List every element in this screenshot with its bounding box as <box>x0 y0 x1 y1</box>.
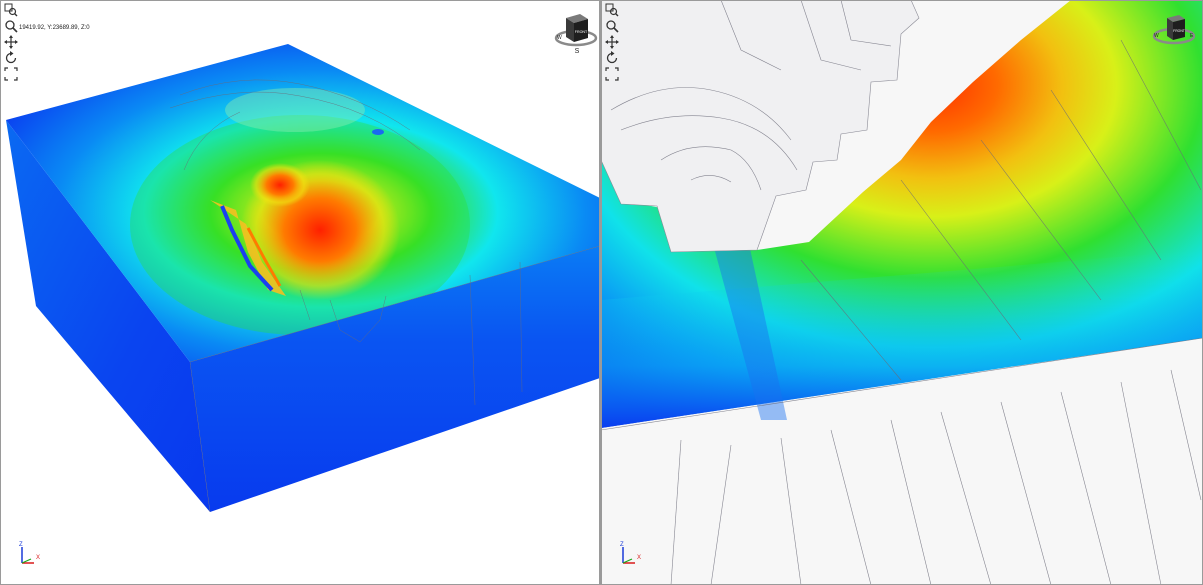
pan-icon[interactable] <box>605 35 619 49</box>
view-cube-face-label: FRONT <box>1173 29 1185 33</box>
axis-label-x: X <box>637 555 641 561</box>
compass-label-west: W <box>557 35 562 41</box>
viewport-left[interactable]: 19419.92, Y:23689.89, Z:0 FRONT W S Z X <box>0 0 600 585</box>
axis-triad-right: Z X <box>620 542 641 564</box>
view-cube-left[interactable]: FRONT W S <box>552 10 598 56</box>
view-cube-face-label: FRONT <box>575 30 588 34</box>
cursor-coordinates: 19419.92, Y:23689.89, Z:0 <box>19 25 90 31</box>
view-cube-right[interactable]: FRONT W E <box>1151 10 1197 56</box>
axis-label-z: Z <box>620 542 624 548</box>
view-toolbar-right <box>605 3 621 83</box>
fit-all-icon[interactable] <box>4 67 18 81</box>
fit-all-icon[interactable] <box>605 67 619 81</box>
zoom-window-icon[interactable] <box>4 3 18 17</box>
axis-label-x: X <box>36 555 40 561</box>
zoom-icon[interactable] <box>4 19 18 33</box>
zoom-icon[interactable] <box>605 19 619 33</box>
compass-label-south: S <box>575 48 580 55</box>
compass-label-west: W <box>1154 33 1159 39</box>
zoom-window-icon[interactable] <box>605 3 619 17</box>
axis-triad-left: Z X <box>19 542 40 564</box>
model-3d-view-right[interactable] <box>601 0 1203 585</box>
axis-label-z: Z <box>19 542 23 548</box>
view-toolbar-left <box>4 3 20 83</box>
pan-icon[interactable] <box>4 35 18 49</box>
model-3d-view-left[interactable] <box>0 0 600 585</box>
viewport-right[interactable]: FRONT W E Z X <box>601 0 1203 585</box>
rotate-icon[interactable] <box>4 51 18 65</box>
rotate-icon[interactable] <box>605 51 619 65</box>
